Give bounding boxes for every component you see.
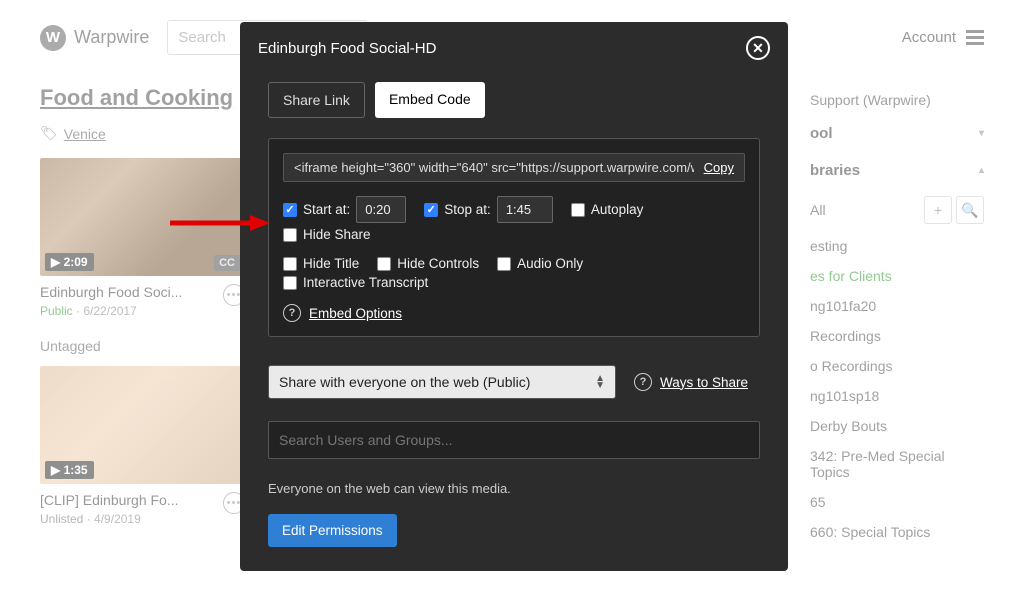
annotation-arrow [170,213,270,238]
share-scope-select[interactable]: Share with everyone on the web (Public) … [268,365,616,399]
start-at-checkbox[interactable] [283,203,297,217]
search-users-input[interactable] [268,421,760,459]
select-arrows-icon: ▲▼ [595,375,605,389]
audio-only-label: Audio Only [517,256,583,271]
hide-share-label: Hide Share [303,227,371,242]
stop-at-label: Stop at: [444,202,491,217]
start-at-input[interactable] [356,196,406,223]
hide-title-checkbox[interactable] [283,257,297,271]
interactive-transcript-label: Interactive Transcript [303,275,428,290]
hide-share-checkbox[interactable] [283,228,297,242]
interactive-transcript-checkbox[interactable] [283,276,297,290]
start-at-label: Start at: [303,202,350,217]
stop-at-input[interactable] [497,196,553,223]
edit-permissions-button[interactable]: Edit Permissions [268,514,397,547]
hide-title-label: Hide Title [303,256,359,271]
audio-only-checkbox[interactable] [497,257,511,271]
autoplay-checkbox[interactable] [571,203,585,217]
copy-button[interactable]: Copy [704,160,734,175]
help-icon[interactable]: ? [634,373,652,391]
embed-panel: <iframe height="360" width="640" src="ht… [268,138,760,337]
tab-share-link[interactable]: Share Link [268,82,365,118]
embed-code-field[interactable]: <iframe height="360" width="640" src="ht… [294,160,694,175]
embed-options-link[interactable]: Embed Options [309,306,402,321]
tab-embed-code[interactable]: Embed Code [375,82,485,118]
modal-title: Edinburgh Food Social-HD [258,40,436,57]
autoplay-label: Autoplay [591,202,644,217]
close-icon: ✕ [752,41,764,55]
share-modal: Edinburgh Food Social-HD ✕ Share Link Em… [240,22,788,571]
access-note: Everyone on the web can view this media. [268,481,760,496]
close-button[interactable]: ✕ [746,36,770,60]
share-scope-value: Share with everyone on the web (Public) [279,374,530,390]
stop-at-checkbox[interactable] [424,203,438,217]
hide-controls-label: Hide Controls [397,256,479,271]
help-icon[interactable]: ? [283,304,301,322]
ways-to-share-link[interactable]: Ways to Share [660,375,748,390]
hide-controls-checkbox[interactable] [377,257,391,271]
